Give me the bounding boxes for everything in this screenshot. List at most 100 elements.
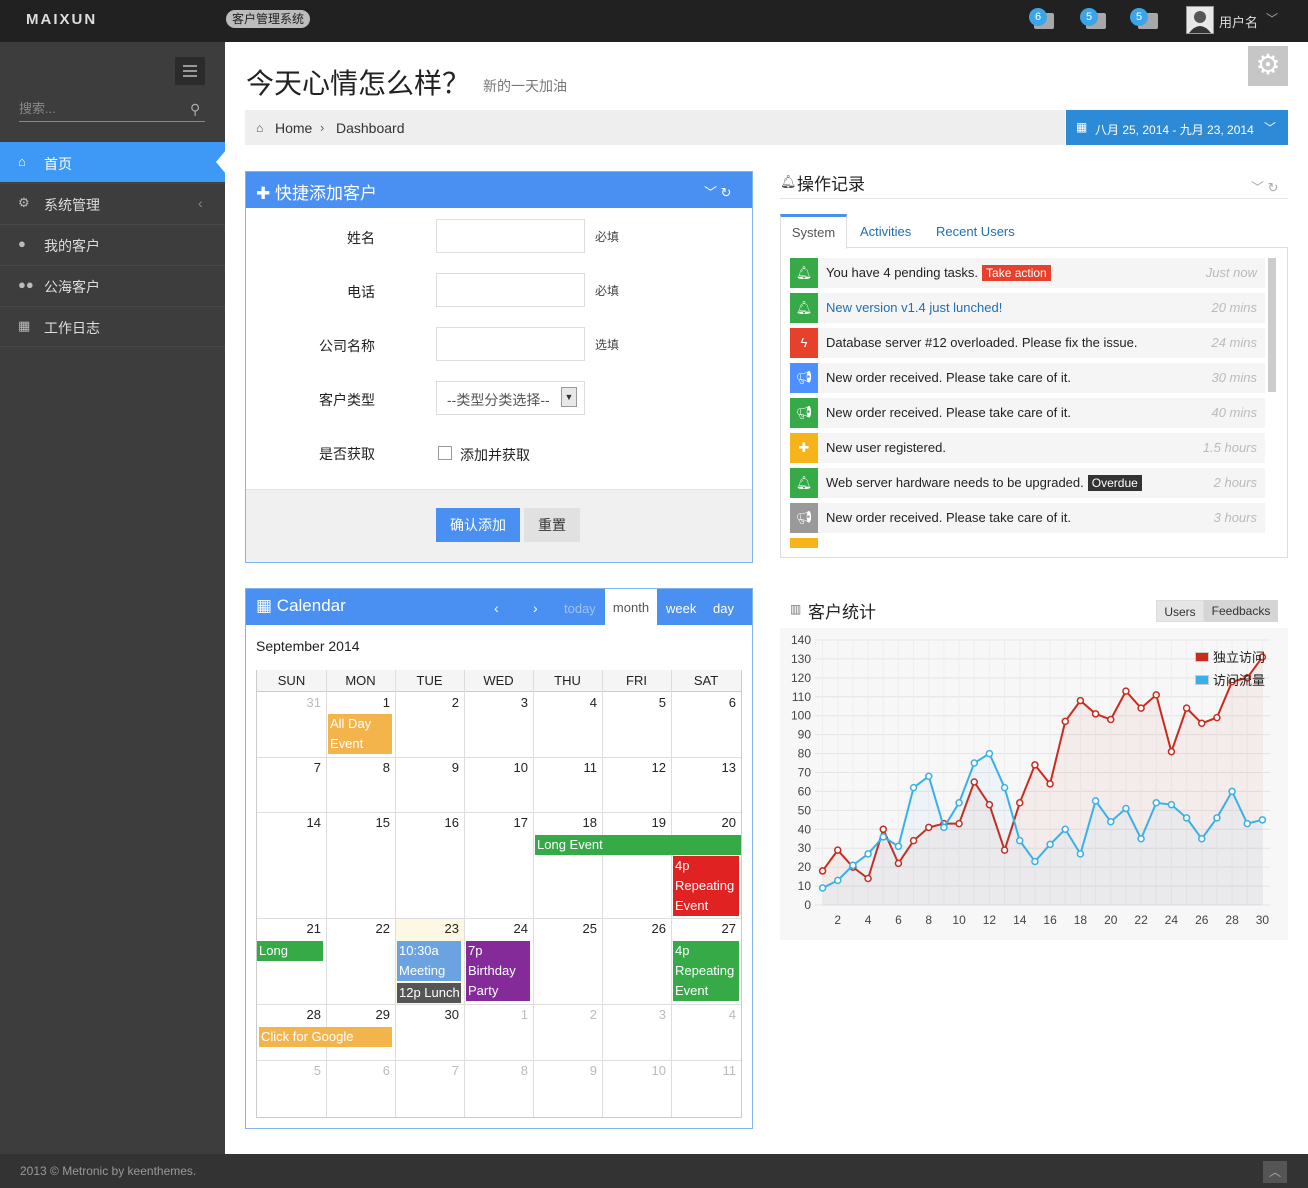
- day-number[interactable]: 7: [261, 760, 321, 775]
- day-number[interactable]: 1: [468, 1007, 528, 1022]
- day-number[interactable]: 25: [537, 921, 597, 936]
- day-number[interactable]: 27: [676, 921, 736, 936]
- breadcrumb-home[interactable]: Home: [275, 120, 312, 136]
- day-number[interactable]: 12: [606, 760, 666, 775]
- search-icon[interactable]: ⚲: [190, 101, 200, 118]
- day-number[interactable]: 16: [399, 815, 459, 830]
- day-number[interactable]: 6: [330, 1063, 390, 1078]
- activity-feed-item[interactable]: 🔔︎ New version v1.4 just lunched! 20 mins: [790, 293, 1265, 323]
- phone-input[interactable]: [436, 273, 585, 307]
- users-toggle-button[interactable]: Users: [1156, 600, 1204, 622]
- day-number[interactable]: 9: [537, 1063, 597, 1078]
- feed-text[interactable]: New version v1.4 just lunched!: [826, 300, 1002, 315]
- activity-feed-item[interactable]: 📢︎ New order received. Please take care o…: [790, 503, 1265, 533]
- acquire-checkbox-label[interactable]: 添加并获取: [460, 445, 530, 465]
- day-view-button[interactable]: day: [713, 601, 734, 616]
- sidebar-item-system[interactable]: ⚙ 系统管理 ‹: [0, 183, 225, 223]
- month-view-button[interactable]: month: [605, 589, 657, 625]
- next-month-button[interactable]: ›: [533, 600, 538, 616]
- day-number[interactable]: 8: [330, 760, 390, 775]
- submit-button[interactable]: 确认添加: [436, 508, 520, 542]
- username[interactable]: 用户名: [1219, 12, 1258, 31]
- day-number[interactable]: 4: [537, 695, 597, 710]
- day-number[interactable]: 14: [261, 815, 321, 830]
- day-number[interactable]: 17: [468, 815, 528, 830]
- calendar-event[interactable]: All Day Event: [328, 714, 392, 754]
- name-input[interactable]: [436, 219, 585, 253]
- day-number[interactable]: 18: [537, 815, 597, 830]
- feed-label[interactable]: Overdue: [1087, 475, 1142, 491]
- activity-feed-item[interactable]: 📢︎ New order received. Please take care o…: [790, 363, 1265, 393]
- day-number[interactable]: 13: [676, 760, 736, 775]
- search-input[interactable]: 搜索...: [19, 98, 205, 122]
- day-number[interactable]: 11: [676, 1063, 737, 1078]
- reload-icon[interactable]: ↻: [721, 185, 732, 200]
- chevron-down-icon[interactable]: ▼: [561, 387, 577, 407]
- calendar-event[interactable]: Long Event: [257, 941, 323, 961]
- reset-button[interactable]: 重置: [524, 508, 580, 542]
- day-number[interactable]: 8: [468, 1063, 528, 1078]
- day-number[interactable]: 24: [468, 921, 528, 936]
- prev-month-button[interactable]: ‹: [494, 600, 499, 616]
- calendar-event[interactable]: 10:30a Meeting: [397, 941, 461, 981]
- day-number[interactable]: 7: [399, 1063, 459, 1078]
- gear-icon[interactable]: ⚙: [1248, 46, 1288, 86]
- day-number[interactable]: 20: [676, 815, 736, 830]
- day-number[interactable]: 3: [468, 695, 528, 710]
- sidebar-item-home[interactable]: ⌂ 首页: [0, 142, 225, 182]
- calendar-event[interactable]: 7p Birthday Party: [466, 941, 530, 1001]
- feed-label[interactable]: Take action: [982, 265, 1051, 281]
- day-number[interactable]: 31: [261, 695, 321, 710]
- day-number[interactable]: 6: [676, 695, 736, 710]
- tab-recent-users[interactable]: Recent Users: [936, 214, 1015, 248]
- logo[interactable]: MAIXUN: [26, 11, 97, 28]
- day-number[interactable]: 1: [330, 695, 390, 710]
- day-number[interactable]: 15: [330, 815, 390, 830]
- day-number[interactable]: 10: [606, 1063, 666, 1078]
- calendar-event[interactable]: 4p Repeating Event: [673, 856, 739, 916]
- activity-feed-item[interactable]: ✚ New user registered. 1.5 hours: [790, 433, 1265, 463]
- sidebar-toggle-button[interactable]: [175, 57, 205, 85]
- sidebar-item-my-customers[interactable]: ● 我的客户: [0, 224, 225, 264]
- sidebar-item-public-customers[interactable]: ●● 公海客户: [0, 265, 225, 305]
- collapse-icon[interactable]: ﹀: [704, 185, 717, 200]
- acquire-checkbox[interactable]: [438, 446, 452, 460]
- calendar-event[interactable]: Click for Google: [259, 1027, 392, 1047]
- chevron-down-icon[interactable]: ﹀: [1266, 10, 1278, 27]
- calendar-event[interactable]: 12p Lunch: [397, 983, 461, 1003]
- activity-feed-item[interactable]: 🔔︎ You have 4 pending tasks. Take action Ju…: [790, 258, 1265, 288]
- activity-feed-item[interactable]: 🔔︎ Web server hardware needs to be upgrad…: [790, 468, 1265, 498]
- day-number[interactable]: 19: [606, 815, 666, 830]
- portlet-tools[interactable]: ﹀ ↻: [1251, 177, 1279, 196]
- activity-feed-item[interactable]: ϟ Database server #12 overloaded. Please …: [790, 328, 1265, 358]
- collapse-icon[interactable]: ﹀: [1251, 180, 1264, 195]
- portlet-tools[interactable]: ﹀ ↻: [704, 182, 732, 201]
- day-number[interactable]: 3: [606, 1007, 666, 1022]
- day-number[interactable]: 26: [606, 921, 666, 936]
- week-view-button[interactable]: week: [666, 601, 696, 616]
- day-number[interactable]: 11: [537, 760, 598, 775]
- company-input[interactable]: [436, 327, 585, 361]
- day-number[interactable]: 28: [261, 1007, 321, 1022]
- calendar-event[interactable]: 4p Repeating Event: [673, 941, 739, 1001]
- day-number[interactable]: 9: [399, 760, 459, 775]
- feedbacks-toggle-button[interactable]: Feedbacks: [1204, 600, 1278, 622]
- day-number[interactable]: 10: [468, 760, 528, 775]
- day-number[interactable]: 21: [261, 921, 321, 936]
- sidebar-item-work-log[interactable]: ▦ 工作日志: [0, 306, 225, 347]
- day-number[interactable]: 29: [330, 1007, 390, 1022]
- today-button[interactable]: today: [564, 601, 596, 616]
- day-number[interactable]: 22: [330, 921, 390, 936]
- scrollbar[interactable]: [1268, 258, 1276, 392]
- day-number[interactable]: 30: [399, 1007, 459, 1022]
- day-number[interactable]: 4: [676, 1007, 736, 1022]
- scroll-top-button[interactable]: ︿: [1263, 1161, 1287, 1183]
- breadcrumb-dashboard[interactable]: Dashboard: [336, 120, 405, 136]
- day-number[interactable]: 2: [399, 695, 459, 710]
- calendar-event[interactable]: Long Event: [535, 835, 741, 855]
- day-number[interactable]: 5: [261, 1063, 321, 1078]
- day-number[interactable]: 23: [399, 921, 459, 936]
- day-number[interactable]: 5: [606, 695, 666, 710]
- avatar[interactable]: [1186, 6, 1214, 34]
- tab-system[interactable]: System: [780, 214, 847, 249]
